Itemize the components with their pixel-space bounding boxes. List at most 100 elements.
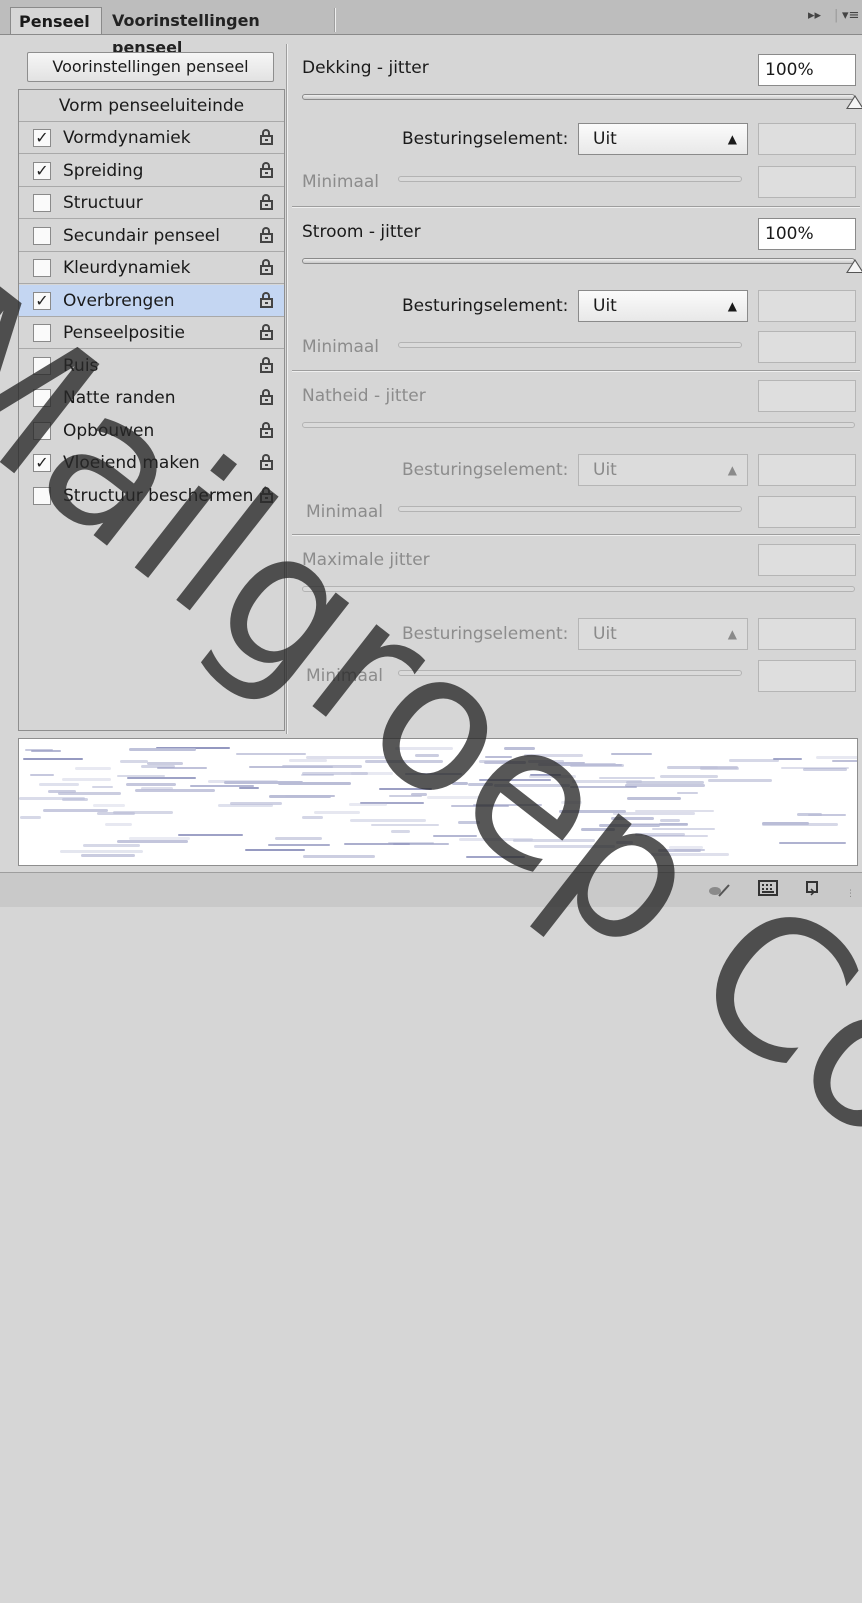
- brush-stroke-mark: [779, 841, 847, 844]
- panel-menu-icon[interactable]: ▾≡: [842, 8, 859, 23]
- list-item-vloeiend-maken[interactable]: ✓ Vloeiend maken: [19, 447, 284, 479]
- list-item-label: Spreiding: [63, 160, 144, 181]
- list-item-penseelpositie[interactable]: Penseelpositie: [19, 317, 284, 349]
- brush-stroke-mark: [394, 747, 454, 751]
- opacity-jitter-field[interactable]: 100%: [758, 54, 856, 86]
- checkbox[interactable]: [33, 421, 51, 440]
- opacity-minimum-field: [758, 166, 856, 198]
- brush-stroke-mark: [140, 786, 174, 790]
- lock-icon[interactable]: [260, 356, 274, 373]
- brush-stroke-mark: [38, 782, 79, 786]
- wetness-minimum-slider[interactable]: [398, 506, 742, 512]
- lock-icon[interactable]: [260, 161, 274, 178]
- list-item-ruis[interactable]: Ruis: [19, 350, 284, 382]
- lock-icon[interactable]: [260, 486, 274, 503]
- brush-stroke-mark: [229, 801, 282, 805]
- max-jitter-control-label: Besturingselement:: [402, 624, 569, 644]
- list-item-secundair-penseel[interactable]: Secundair penseel: [19, 220, 284, 252]
- brush-stroke-mark: [667, 765, 739, 769]
- opacity-control-select[interactable]: Uit ▲: [578, 123, 748, 155]
- checkbox[interactable]: ✓: [33, 291, 51, 310]
- opacity-minimum-label: Minimaal: [302, 172, 380, 192]
- lock-icon[interactable]: [260, 454, 274, 470]
- checkbox[interactable]: [33, 226, 51, 245]
- tab-brush[interactable]: Penseel: [10, 7, 102, 34]
- brush-stroke-mark: [415, 754, 439, 758]
- brush-stroke-mark: [761, 822, 838, 826]
- toggle-live-tip-preview-icon[interactable]: [708, 882, 730, 897]
- brush-stroke-mark: [306, 755, 386, 759]
- lock-icon[interactable]: [260, 389, 274, 405]
- brush-stroke-mark: [282, 764, 362, 768]
- brush-stroke-mark: [156, 767, 208, 770]
- brush-presets-button[interactable]: Voorinstellingen penseel: [27, 52, 274, 82]
- select-arrows-icon: ▲: [727, 132, 737, 146]
- max-jitter-control-select[interactable]: Uit ▲: [578, 618, 748, 650]
- flow-minimum-slider[interactable]: [398, 342, 742, 348]
- brush-stroke-mark: [465, 855, 526, 858]
- lock-icon[interactable]: [260, 259, 274, 275]
- brush-stroke-mark: [19, 815, 41, 819]
- brush-stroke-mark: [83, 843, 140, 847]
- checkbox[interactable]: [33, 324, 51, 342]
- flow-control-select[interactable]: Uit ▲: [578, 290, 748, 322]
- checkbox[interactable]: [33, 389, 51, 407]
- list-item-kleurdynamiek[interactable]: Kleurdynamiek: [19, 252, 284, 284]
- brush-stroke-mark: [288, 759, 327, 763]
- opacity-minimum-slider[interactable]: [398, 176, 742, 182]
- brush-stroke-mark: [657, 848, 702, 852]
- brush-stroke-mark: [127, 776, 196, 779]
- flow-control-field: [758, 290, 856, 322]
- list-item-natte-randen[interactable]: Natte randen: [19, 382, 284, 414]
- opacity-jitter-slider[interactable]: [302, 94, 855, 100]
- list-item-label: Vloeiend maken: [63, 453, 200, 473]
- tab-brush-presets[interactable]: Voorinstellingen penseel: [104, 7, 334, 57]
- list-item-overbrengen[interactable]: ✓ Overbrengen: [19, 284, 284, 317]
- brush-stroke-mark: [190, 784, 255, 787]
- list-item-opbouwen[interactable]: Opbouwen: [19, 415, 284, 447]
- list-item-vormdynamiek[interactable]: ✓ Vormdynamiek: [19, 122, 284, 154]
- list-item-structuur[interactable]: Structuur: [19, 187, 284, 219]
- lock-icon[interactable]: [260, 129, 274, 145]
- brush-stroke-mark: [616, 840, 634, 844]
- brush-stroke-mark: [624, 784, 705, 788]
- checkbox[interactable]: ✓: [33, 454, 51, 472]
- brush-grid-icon[interactable]: [758, 880, 778, 896]
- collapse-icon[interactable]: ▸▸: [808, 8, 821, 23]
- lock-icon[interactable]: [260, 421, 274, 438]
- lock-icon[interactable]: [260, 291, 274, 308]
- checkbox[interactable]: ✓: [33, 161, 51, 180]
- brush-stroke-mark: [344, 843, 410, 846]
- new-brush-icon[interactable]: [804, 880, 822, 898]
- brush-stroke-mark: [379, 788, 433, 791]
- max-jitter-slider[interactable]: [302, 586, 855, 592]
- opacity-control-field: [758, 123, 856, 155]
- checkbox[interactable]: [33, 356, 51, 375]
- checkbox[interactable]: [33, 259, 51, 277]
- max-jitter-field: [758, 544, 856, 576]
- opacity-jitter-slider-thumb[interactable]: [846, 95, 862, 109]
- list-item-spreiding[interactable]: ✓ Spreiding: [19, 155, 284, 187]
- list-item-structuur-beschermen[interactable]: Structuur beschermen: [19, 480, 284, 512]
- wetness-control-select[interactable]: Uit ▲: [578, 454, 748, 486]
- flow-control-label: Besturingselement:: [402, 296, 569, 316]
- resize-grip-icon[interactable]: ⋮: [846, 890, 856, 900]
- brush-stroke-mark: [659, 775, 718, 779]
- flow-jitter-field[interactable]: 100%: [758, 218, 856, 250]
- flow-jitter-slider-thumb[interactable]: [846, 259, 862, 273]
- wetness-jitter-slider[interactable]: [302, 422, 855, 428]
- lock-icon[interactable]: [260, 226, 274, 243]
- brush-stroke-mark: [494, 784, 570, 788]
- max-jitter-minimum-slider[interactable]: [398, 670, 742, 676]
- lock-icon[interactable]: [260, 194, 274, 210]
- list-item-brush-tip-shape[interactable]: Vorm penseeluiteinde: [19, 90, 284, 122]
- lock-icon[interactable]: [260, 324, 274, 340]
- brush-stroke-mark: [433, 834, 478, 837]
- wetness-jitter-label: Natheid - jitter: [302, 386, 426, 406]
- checkbox[interactable]: [33, 194, 51, 212]
- flow-jitter-slider[interactable]: [302, 258, 855, 264]
- brush-stroke-mark: [513, 839, 596, 843]
- flow-control-value: Uit: [593, 296, 617, 316]
- checkbox[interactable]: [33, 486, 51, 505]
- checkbox[interactable]: ✓: [33, 129, 51, 147]
